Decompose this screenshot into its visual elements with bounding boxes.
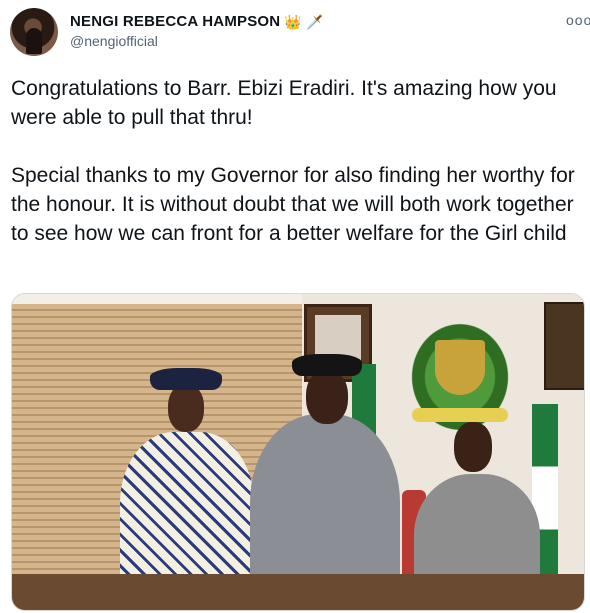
woman-head xyxy=(454,422,492,472)
desk xyxy=(12,574,584,610)
black-hat xyxy=(292,354,362,376)
avatar[interactable] xyxy=(10,8,58,56)
blue-hat xyxy=(150,368,222,390)
governor-head xyxy=(306,370,348,424)
author-name-row: NENGI REBECCA HAMPSON 👑 🗡️ xyxy=(70,13,323,30)
author-name[interactable]: NENGI REBECCA HAMPSON xyxy=(70,13,280,30)
man-head xyxy=(168,384,204,432)
tweet-card: NENGI REBECCA HAMPSON 👑 🗡️ @nengiofficia… xyxy=(0,0,590,613)
author-handle[interactable]: @nengiofficial xyxy=(70,33,158,49)
sword-icon: 🗡️ xyxy=(305,13,324,30)
more-options-icon[interactable]: ooo xyxy=(566,12,590,28)
tweet-paragraph-1: Congratulations to Barr. Ebizi Eradiri. … xyxy=(11,77,557,129)
tweet-text: Congratulations to Barr. Ebizi Eradiri. … xyxy=(11,74,581,248)
crown-icon: 👑 xyxy=(284,13,302,30)
state-crest xyxy=(390,300,530,440)
wall-portrait-right xyxy=(544,302,584,390)
tweet-paragraph-2: Special thanks to my Governor for also f… xyxy=(11,164,575,245)
tweet-photo[interactable] xyxy=(11,293,585,611)
